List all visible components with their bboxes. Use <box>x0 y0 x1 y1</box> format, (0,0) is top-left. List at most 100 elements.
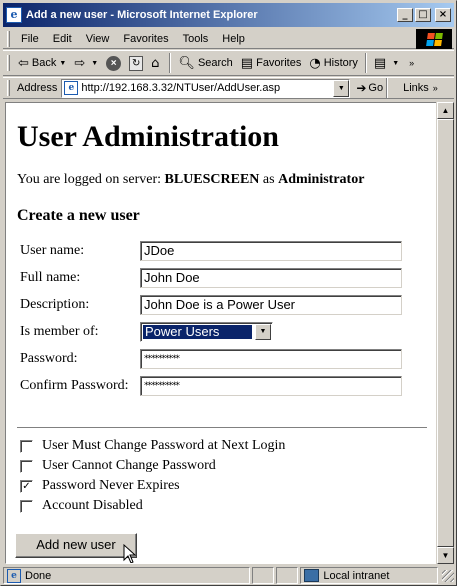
address-input[interactable]: e http://192.168.3.32/NTUser/AddUser.asp… <box>61 78 351 98</box>
refresh-icon: ↻ <box>129 55 144 71</box>
logged-prefix: You are logged on server: <box>17 172 165 187</box>
search-button[interactable]: 🔍︎ Search <box>174 52 236 74</box>
checkbox-row-disabled[interactable]: Account Disabled <box>20 496 285 516</box>
mouse-pointer-icon <box>123 544 137 563</box>
toolbar-chevron-icon[interactable]: » <box>409 58 414 68</box>
menu-tools[interactable]: Tools <box>176 33 216 45</box>
account-options: User Must Change Password at Next Login … <box>20 436 285 516</box>
group-dropdown-button[interactable]: ▼ <box>255 323 271 340</box>
menu-bar: File Edit View Favorites Tools Help <box>3 29 454 49</box>
section-title: Create a new user <box>17 207 140 224</box>
standard-toolbar: ⇦ Back ▼ ⇨ ▼ × ↻ ⌂ 🔍︎ Search ▤ Favorites… <box>3 50 454 76</box>
page-done-icon: e <box>7 568 21 583</box>
group-select-value[interactable]: Power Users <box>143 324 252 339</box>
address-label: Address <box>17 82 58 94</box>
history-button[interactable]: ◔ History <box>305 52 362 74</box>
refresh-button[interactable]: ↻ <box>125 52 147 74</box>
never-expires-checkbox[interactable]: ✓ <box>20 479 33 493</box>
window-title: Add a new user - Microsoft Internet Expl… <box>26 9 258 21</box>
go-label: Go <box>368 82 384 94</box>
cannot-change-checkbox[interactable] <box>20 459 33 473</box>
menu-help[interactable]: Help <box>215 33 252 45</box>
menu-favorites[interactable]: Favorites <box>116 33 175 45</box>
stop-icon: × <box>106 55 122 71</box>
add-new-user-button[interactable]: Add new user <box>15 533 137 558</box>
form-row-confirm: Confirm Password: ********** <box>17 372 402 399</box>
password-label: Password: <box>20 350 78 366</box>
checkbox-row-cannot-change[interactable]: User Cannot Change Password <box>20 456 285 476</box>
form-divider <box>17 427 427 429</box>
windows-logo-icon <box>416 29 452 49</box>
address-dropdown-button[interactable]: ▼ <box>333 79 350 97</box>
search-icon: 🔍︎ <box>178 55 195 71</box>
scroll-down-button[interactable]: ▼ <box>437 547 454 564</box>
links-button[interactable]: Links » <box>403 82 438 94</box>
edit-dropdown-icon[interactable]: ▼ <box>392 60 399 67</box>
edit-button[interactable]: ▤ ▼ <box>370 52 403 74</box>
logged-on-text: You are logged on server: BLUESCREEN as … <box>17 171 427 189</box>
browser-window: e Add a new user - Microsoft Internet Ex… <box>0 0 457 586</box>
vertical-scrollbar[interactable]: ▲ ▼ <box>436 102 454 564</box>
go-button[interactable]: ➔ Go <box>356 81 383 95</box>
resize-grip[interactable] <box>442 569 454 582</box>
account-disabled-checkbox[interactable] <box>20 499 33 513</box>
must-change-label[interactable]: User Must Change Password at Next Login <box>42 438 285 454</box>
scroll-up-button[interactable]: ▲ <box>437 102 454 119</box>
username-label: User name: <box>20 242 85 258</box>
new-user-form: User name: JDoe Full name: John Doe Desc… <box>17 237 402 399</box>
forward-dropdown-icon[interactable]: ▼ <box>91 60 98 67</box>
menu-view[interactable]: View <box>79 33 117 45</box>
local-intranet-icon <box>304 569 320 582</box>
menu-edit[interactable]: Edit <box>46 33 79 45</box>
toolbar-grip[interactable] <box>7 55 10 71</box>
back-label: Back <box>31 57 57 69</box>
must-change-checkbox[interactable] <box>20 439 33 453</box>
checkbox-row-must-change[interactable]: User Must Change Password at Next Login <box>20 436 285 456</box>
menubar-grip[interactable] <box>7 30 10 47</box>
group-select[interactable]: Power Users ▼ <box>140 321 273 342</box>
page-icon: e <box>64 81 79 95</box>
address-separator <box>386 78 389 98</box>
favorites-button[interactable]: ▤ Favorites <box>237 52 306 74</box>
never-expires-label[interactable]: Password Never Expires <box>42 478 180 494</box>
history-label: History <box>323 57 358 69</box>
maximize-button[interactable]: □ <box>415 8 431 22</box>
fullname-input[interactable]: John Doe <box>140 267 402 288</box>
home-button[interactable]: ⌂ <box>147 52 166 74</box>
status-text: Done <box>25 569 52 582</box>
password-input[interactable]: ********** <box>140 348 402 369</box>
account-disabled-label[interactable]: Account Disabled <box>42 498 143 514</box>
toolbar-separator <box>364 53 367 73</box>
confirm-password-input[interactable]: ********** <box>140 375 402 396</box>
checkbox-row-never-expires[interactable]: ✓ Password Never Expires <box>20 476 285 496</box>
page-viewport: User Administration You are logged on se… <box>5 102 438 564</box>
back-button[interactable]: ⇦ Back ▼ <box>14 52 70 74</box>
description-input[interactable]: John Doe is a Power User <box>140 294 402 315</box>
address-bar: Address e http://192.168.3.32/NTUser/Add… <box>3 77 454 99</box>
stop-button[interactable]: × <box>102 52 125 74</box>
zone-text: Local intranet <box>323 569 390 582</box>
form-row-member: Is member of: Power Users ▼ <box>17 318 402 345</box>
scroll-thumb[interactable] <box>437 119 454 547</box>
links-label: Links <box>403 82 429 94</box>
close-button[interactable]: × <box>435 8 451 22</box>
minimize-button[interactable]: _ <box>397 8 413 22</box>
username-input[interactable]: JDoe <box>140 240 402 261</box>
history-icon: ◔ <box>309 55 321 71</box>
form-row-fullname: Full name: John Doe <box>17 264 402 291</box>
favorites-icon: ▤ <box>240 55 254 71</box>
page-body: User Administration You are logged on se… <box>17 103 427 399</box>
addressbar-grip[interactable] <box>7 80 10 96</box>
back-dropdown-icon[interactable]: ▼ <box>59 60 66 67</box>
cannot-change-label[interactable]: User Cannot Change Password <box>42 458 216 474</box>
logged-user: Administrator <box>278 172 365 187</box>
go-arrow-icon: ➔ <box>356 81 367 95</box>
status-panel-empty <box>276 567 299 584</box>
back-arrow-icon: ⇦ <box>18 55 29 71</box>
menu-file[interactable]: File <box>14 33 46 45</box>
forward-button[interactable]: ⇨ ▼ <box>70 52 102 74</box>
favorites-label: Favorites <box>256 57 302 69</box>
logged-mid: as <box>259 172 279 187</box>
address-url[interactable]: http://192.168.3.32/NTUser/AddUser.asp <box>81 82 333 94</box>
confirm-password-label: Confirm Password: <box>20 377 129 393</box>
